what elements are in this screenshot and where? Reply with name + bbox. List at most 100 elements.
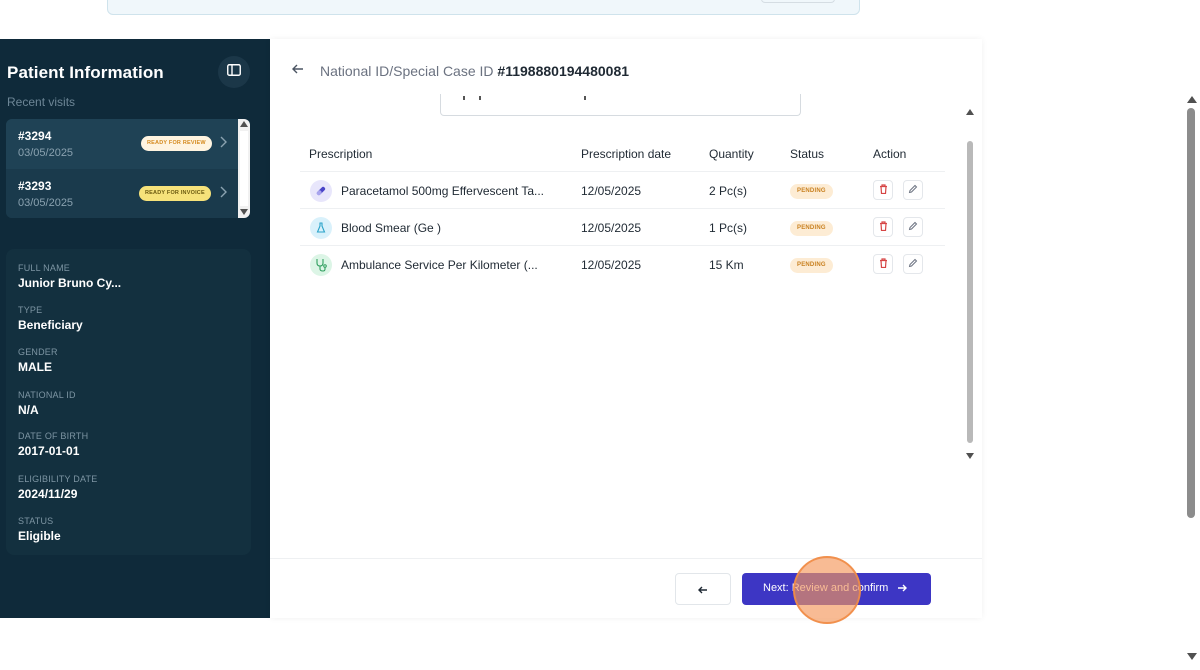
prescription-date: 12/05/2025 [581,221,642,235]
prescription-quantity: 1 Pc(s) [709,221,748,235]
delete-button[interactable] [873,254,893,274]
full-name-field: FULL NAME Junior Bruno Cy... [18,263,121,290]
field-label: TYPE [18,305,43,315]
patient-info-card: FULL NAME Junior Bruno Cy... TYPE Benefi… [6,249,251,555]
search-input[interactable] [440,94,801,116]
column-header: Prescription [309,147,373,161]
field-value: 2017-01-01 [18,444,80,458]
scrollbar-thumb[interactable] [1187,108,1195,518]
form-footer: Next: Review and confirm [270,556,982,624]
gender-field: GENDER MALE [18,347,58,374]
column-header: Quantity [709,147,754,161]
case-label: National ID/Special Case ID [320,63,494,79]
visit-id: #3294 [18,129,52,143]
field-label: FULL NAME [18,263,70,273]
prescription-quantity: 15 Km [709,258,744,272]
visit-date: 03/05/2025 [18,197,74,209]
chevron-right-icon [219,186,227,201]
main-panel: National ID/Special Case ID #11988801944… [270,39,982,624]
field-label: GENDER [18,347,58,357]
stethoscope-icon [310,254,332,276]
prescription-date: 12/05/2025 [581,258,642,272]
trash-icon [879,183,888,197]
visit-id: #3293 [18,179,52,193]
top-banner [107,0,860,15]
prescription-date: 12/05/2025 [581,184,642,198]
status-badge: READY FOR INVOICE [139,186,211,201]
field-value: 2024/11/29 [18,487,78,501]
patient-sidebar: Patient Information Recent visits #3294 … [0,39,270,618]
recent-visits-label: Recent visits [7,95,76,109]
field-value: Beneficiary [18,318,83,332]
field-label: ELIGIBILITY DATE [18,474,98,484]
visit-item[interactable]: #3293 03/05/2025 READY FOR INVOICE [6,169,238,218]
back-button[interactable] [292,61,304,78]
trash-icon [879,220,888,234]
panel-toggle-icon [227,63,241,81]
next-review-confirm-button[interactable]: Next: Review and confirm [742,573,931,605]
flask-icon [310,217,332,239]
table-header: Prescription Prescription date Quantity … [300,139,945,169]
edit-button[interactable] [903,180,923,200]
field-value: MALE [18,360,52,374]
visit-item[interactable]: #3294 03/05/2025 READY FOR REVIEW [6,119,238,169]
table-row[interactable]: Blood Smear (Ge ) 12/05/2025 1 Pc(s) PEN… [300,208,945,245]
next-button-label: Next: Review and confirm [763,582,889,594]
date-of-birth-field: DATE OF BIRTH 2017-01-01 [18,431,88,458]
pencil-icon [908,183,918,197]
type-field: TYPE Beneficiary [18,305,83,332]
prescription-quantity: 2 Pc(s) [709,184,748,198]
recent-visits-list: #3294 03/05/2025 READY FOR REVIEW #3293 … [6,119,250,218]
field-label: NATIONAL ID [18,390,76,400]
table-row[interactable]: Ambulance Service Per Kilometer (... 12/… [300,245,945,282]
scroll-up-icon[interactable] [240,121,248,127]
visits-scrollbar[interactable] [238,119,250,218]
status-badge: READY FOR REVIEW [141,136,212,151]
scrollbar-thumb[interactable] [240,131,248,206]
edit-button[interactable] [903,217,923,237]
field-label: STATUS [18,516,54,526]
column-header: Action [873,147,907,161]
scroll-down-icon[interactable] [1187,653,1197,660]
status-badge: PENDING [790,184,833,199]
pencil-icon [908,220,918,234]
scroll-down-icon[interactable] [966,453,974,459]
chevron-right-icon [219,136,227,151]
case-id: #1198880194480081 [497,63,630,79]
status-badge: PENDING [790,221,833,236]
national-id-field: NATIONAL ID N/A [18,390,76,417]
trash-icon [879,257,888,271]
page-scrollbar[interactable] [1184,96,1198,670]
pencil-icon [908,257,918,271]
prescription-name: Blood Smear (Ge ) [341,221,442,235]
sidebar-toggle-button[interactable] [218,56,250,88]
content-scrollbar[interactable] [964,109,976,459]
scroll-down-icon[interactable] [240,209,248,215]
prescription-name: Ambulance Service Per Kilometer (... [341,258,538,272]
status-badge: PENDING [790,258,833,273]
arrow-left-icon [698,582,708,597]
sidebar-title: Patient Information [7,63,164,82]
column-header: Status [790,147,825,161]
field-value: Eligible [18,529,61,543]
pill-icon [310,180,332,202]
edit-button[interactable] [903,254,923,274]
banner-button[interactable] [761,0,835,3]
delete-button[interactable] [873,217,893,237]
page-title: National ID/Special Case ID #11988801944… [320,63,629,79]
table-row[interactable]: Paracetamol 500mg Effervescent Ta... 12/… [300,171,945,208]
arrow-left-icon [292,61,304,78]
status-field: STATUS Eligible [18,516,61,543]
scroll-up-icon[interactable] [966,109,974,115]
eligibility-date-field: ELIGIBILITY DATE 2024/11/29 [18,474,97,501]
column-header: Prescription date [581,147,672,161]
previous-button[interactable] [675,573,731,605]
prescription-name: Paracetamol 500mg Effervescent Ta... [341,184,544,198]
field-value: N/A [18,403,39,417]
scrollbar-thumb[interactable] [967,141,973,443]
delete-button[interactable] [873,180,893,200]
field-value: Junior Bruno Cy... [18,276,122,290]
arrow-right-icon [897,580,907,595]
visit-date: 03/05/2025 [18,147,74,159]
scroll-up-icon[interactable] [1187,96,1197,103]
